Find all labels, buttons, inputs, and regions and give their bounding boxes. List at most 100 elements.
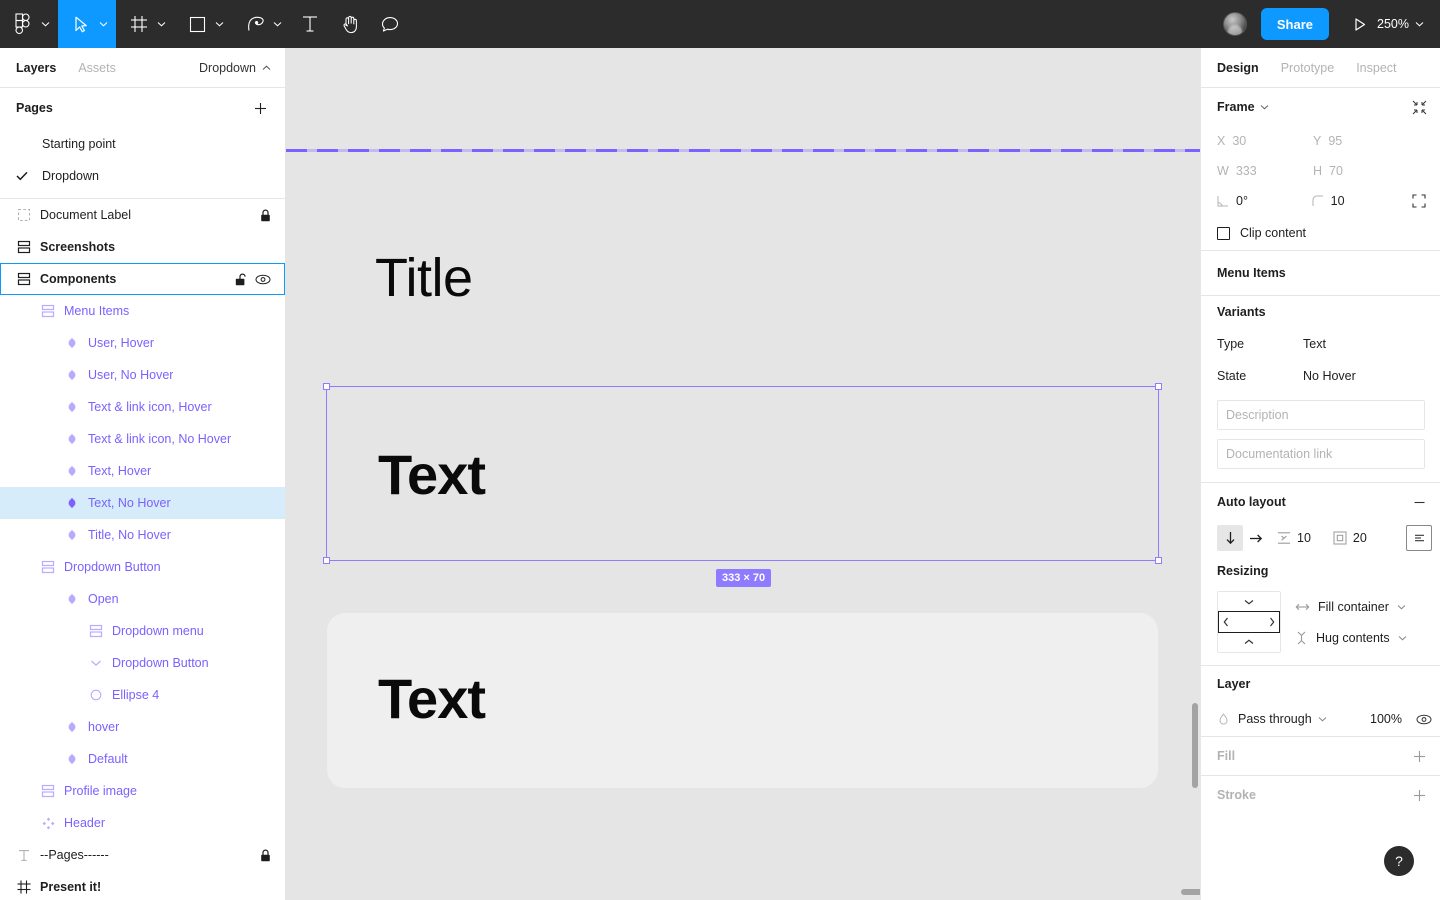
documentation-link-input[interactable]: Documentation link bbox=[1217, 439, 1425, 469]
eye-icon[interactable] bbox=[255, 274, 271, 285]
selected-frame[interactable]: Text bbox=[323, 383, 1162, 564]
rotation-field[interactable]: 0° bbox=[1217, 186, 1312, 216]
alignment-settings-button[interactable] bbox=[1406, 525, 1432, 551]
zoom-control[interactable]: 250% bbox=[1377, 0, 1440, 48]
help-button[interactable]: ? bbox=[1384, 846, 1414, 876]
clip-content-row[interactable]: Clip content bbox=[1217, 216, 1432, 250]
page-item-dropdown[interactable]: Dropdown bbox=[0, 160, 285, 192]
layer-row[interactable]: Dropdown menu bbox=[0, 615, 285, 647]
description-input[interactable]: Description bbox=[1217, 400, 1425, 430]
spacing-field[interactable]: 10 bbox=[1277, 531, 1311, 545]
frame-type-dropdown[interactable]: Frame bbox=[1217, 100, 1269, 114]
padding-field[interactable]: 20 bbox=[1333, 531, 1367, 545]
layer-row[interactable]: Text & link icon, Hover bbox=[0, 391, 285, 423]
layer-row[interactable]: Present it! bbox=[0, 871, 285, 900]
y-field[interactable]: Y 95 bbox=[1313, 126, 1409, 156]
move-tool-button[interactable] bbox=[58, 0, 116, 48]
layer-row[interactable]: hover bbox=[0, 711, 285, 743]
layer-row[interactable]: Open bbox=[0, 583, 285, 615]
align-top-row[interactable] bbox=[1218, 592, 1280, 611]
present-button[interactable] bbox=[1343, 0, 1377, 48]
position-row: X 30 Y 95 bbox=[1217, 126, 1432, 156]
resize-handle-top-left[interactable] bbox=[323, 383, 330, 390]
frame-tool-button[interactable] bbox=[116, 0, 174, 48]
pen-tool-button[interactable] bbox=[232, 0, 290, 48]
layer-row[interactable]: Profile image bbox=[0, 775, 285, 807]
direction-horizontal-button[interactable] bbox=[1243, 525, 1269, 551]
layer-row[interactable]: Menu Items bbox=[0, 295, 285, 327]
layer-row[interactable]: Text, No Hover bbox=[0, 487, 285, 519]
layer-row[interactable]: User, Hover bbox=[0, 327, 285, 359]
layer-row[interactable]: Document Label bbox=[0, 199, 285, 231]
layer-row[interactable]: --Pages------ bbox=[0, 839, 285, 871]
text-tool-button[interactable] bbox=[290, 0, 330, 48]
align-bottom-row[interactable] bbox=[1218, 633, 1280, 652]
lock-icon[interactable] bbox=[260, 849, 271, 862]
height-field[interactable]: H 70 bbox=[1313, 156, 1409, 186]
clip-content-checkbox[interactable] bbox=[1217, 226, 1230, 240]
file-name-label: Dropdown bbox=[199, 61, 256, 75]
direction-vertical-button[interactable] bbox=[1217, 525, 1243, 551]
layer-row[interactable]: Title, No Hover bbox=[0, 519, 285, 551]
canvas-title-text[interactable]: Title bbox=[375, 251, 473, 305]
add-fill-button[interactable] bbox=[1406, 743, 1432, 769]
resize-handle-bottom-left[interactable] bbox=[323, 557, 330, 564]
corner-radius-field[interactable]: 10 bbox=[1312, 186, 1407, 216]
layer-row[interactable]: Text, Hover bbox=[0, 455, 285, 487]
layer-row[interactable]: Header bbox=[0, 807, 285, 839]
align-middle-row[interactable] bbox=[1218, 611, 1280, 633]
canvas-vertical-scrollbar[interactable] bbox=[1192, 703, 1198, 788]
canvas-horizontal-scrollbar[interactable] bbox=[1181, 889, 1200, 895]
design-canvas[interactable]: Title Text 333 × 70 Text bbox=[286, 48, 1200, 900]
main-menu-button[interactable] bbox=[0, 0, 58, 48]
comment-tool-button[interactable] bbox=[370, 0, 410, 48]
text-t-icon bbox=[302, 15, 318, 33]
width-field[interactable]: W 333 bbox=[1217, 156, 1313, 186]
layer-row[interactable]: Components bbox=[0, 263, 285, 295]
resizing-controls: Fill container Hug contents bbox=[1217, 587, 1432, 665]
resize-handle-top-right[interactable] bbox=[1155, 383, 1162, 390]
user-avatar[interactable] bbox=[1222, 12, 1247, 36]
blend-mode-dropdown[interactable]: Pass through bbox=[1238, 712, 1327, 726]
independent-corners-icon[interactable] bbox=[1406, 188, 1432, 214]
remove-auto-layout-button[interactable] bbox=[1406, 489, 1432, 515]
eye-icon[interactable] bbox=[1416, 714, 1432, 725]
add-page-button[interactable] bbox=[249, 97, 271, 119]
tab-prototype[interactable]: Prototype bbox=[1281, 61, 1335, 75]
share-button[interactable]: Share bbox=[1260, 8, 1330, 40]
alignment-widget[interactable] bbox=[1217, 591, 1281, 653]
tab-design[interactable]: Design bbox=[1217, 61, 1259, 75]
layer-row[interactable]: Dropdown Button bbox=[0, 551, 285, 583]
hand-tool-button[interactable] bbox=[330, 0, 370, 48]
layer-row[interactable]: Ellipse 4 bbox=[0, 679, 285, 711]
component-instance-icon bbox=[38, 817, 58, 830]
variant-property-state[interactable]: State No Hover bbox=[1217, 360, 1432, 392]
tab-inspect[interactable]: Inspect bbox=[1356, 61, 1396, 75]
layer-opacity-value[interactable]: 100% bbox=[1370, 712, 1402, 726]
file-name-dropdown[interactable]: Dropdown bbox=[199, 48, 271, 88]
add-stroke-button[interactable] bbox=[1406, 782, 1432, 808]
layer-row[interactable]: Screenshots bbox=[0, 231, 285, 263]
layer-row[interactable]: Default bbox=[0, 743, 285, 775]
variant-property-type[interactable]: Type Text bbox=[1217, 328, 1432, 360]
unlock-icon[interactable] bbox=[235, 273, 247, 286]
layer-row[interactable]: Text & link icon, No Hover bbox=[0, 423, 285, 455]
chevron-down-icon bbox=[1398, 635, 1407, 641]
auto-layout-label: Auto layout bbox=[1217, 495, 1286, 509]
tab-layers[interactable]: Layers bbox=[16, 61, 56, 75]
canvas-card[interactable]: Text bbox=[327, 613, 1158, 788]
layer-name: Text, No Hover bbox=[88, 496, 171, 510]
shape-tool-button[interactable] bbox=[174, 0, 232, 48]
vertical-resizing-dropdown[interactable]: Hug contents bbox=[1295, 622, 1407, 653]
collapse-arrows-icon[interactable] bbox=[1406, 94, 1432, 120]
layer-name: Present it! bbox=[40, 880, 102, 894]
x-field[interactable]: X 30 bbox=[1217, 126, 1313, 156]
resize-handle-bottom-right[interactable] bbox=[1155, 557, 1162, 564]
left-panel-tabs: Layers Assets Dropdown bbox=[0, 48, 285, 88]
layer-row[interactable]: User, No Hover bbox=[0, 359, 285, 391]
lock-icon[interactable] bbox=[260, 209, 271, 222]
page-item-starting-point[interactable]: Starting point bbox=[0, 128, 285, 160]
tab-assets[interactable]: Assets bbox=[78, 61, 116, 75]
horizontal-resizing-dropdown[interactable]: Fill container bbox=[1295, 591, 1407, 622]
layer-row[interactable]: Dropdown Button bbox=[0, 647, 285, 679]
